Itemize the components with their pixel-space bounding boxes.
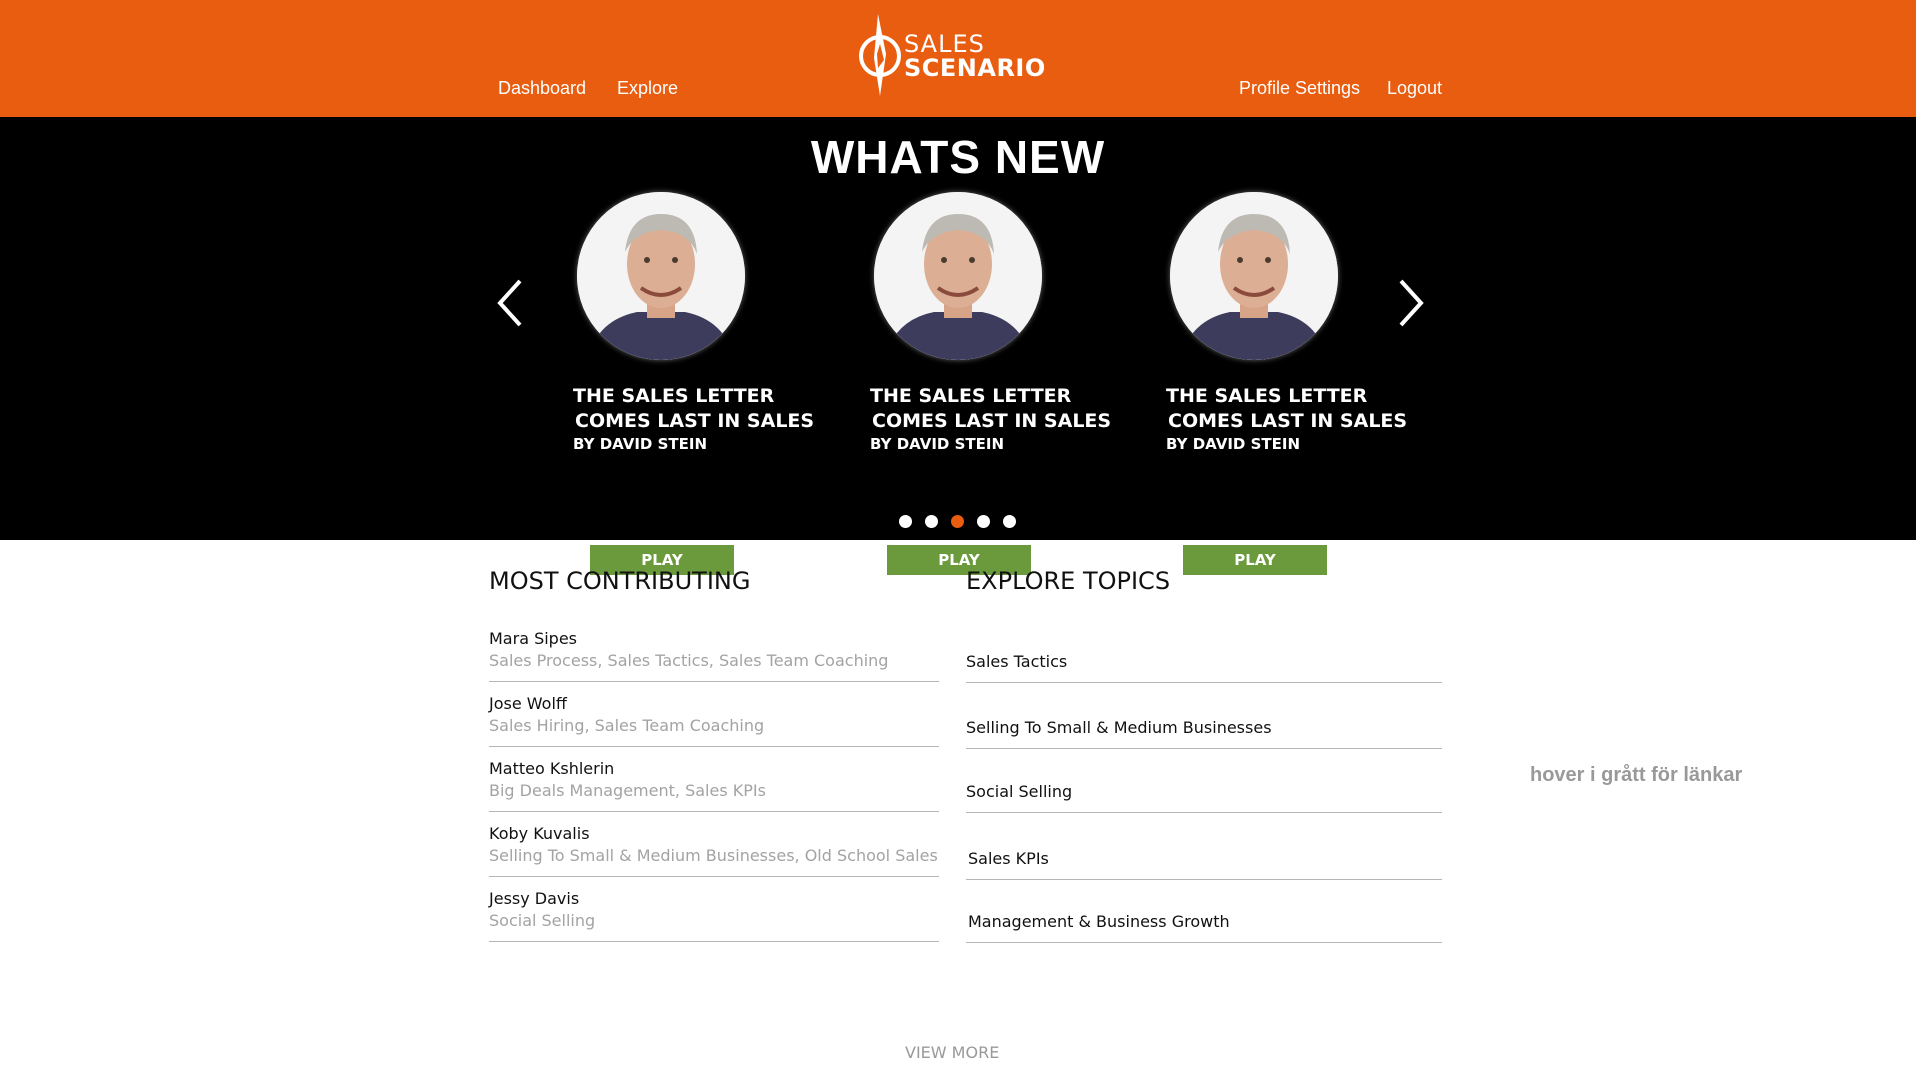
nav-dashboard-link[interactable]: Dashboard bbox=[498, 78, 586, 99]
contributor-name: Jessy Davis bbox=[489, 889, 580, 908]
carousel-dot-3[interactable] bbox=[951, 515, 964, 528]
chevron-left-icon bbox=[497, 279, 522, 327]
card-title: THE SALES LETTER COMES LAST IN SALES bbox=[573, 384, 814, 434]
card-title-line1: THE SALES LETTER bbox=[1166, 385, 1368, 407]
card-title-line1: THE SALES LETTER bbox=[870, 385, 1072, 407]
topic-label: Management & Business Growth bbox=[968, 912, 1230, 931]
carousel-dot-4[interactable] bbox=[977, 515, 990, 528]
card-author: BY DAVID STEIN bbox=[1166, 435, 1301, 453]
nav-explore-link[interactable]: Explore bbox=[617, 78, 678, 99]
chevron-right-icon bbox=[1399, 279, 1424, 327]
card-title-line2: COMES LAST IN SALES bbox=[872, 410, 1112, 432]
topic-label: Sales KPIs bbox=[968, 849, 1049, 868]
carousel-dot-5[interactable] bbox=[1003, 515, 1016, 528]
contributor-name: Koby Kuvalis bbox=[489, 824, 590, 843]
carousel-next-button[interactable] bbox=[1389, 273, 1429, 333]
card-title-line2: COMES LAST IN SALES bbox=[1168, 410, 1408, 432]
topic-label: Selling To Small & Medium Businesses bbox=[966, 718, 1272, 737]
contributor-topics: Sales Hiring, Sales Team Coaching bbox=[489, 716, 765, 735]
card-author: BY DAVID STEIN bbox=[573, 435, 708, 453]
contributor-topics: Selling To Small & Medium Businesses, Ol… bbox=[489, 846, 938, 865]
contributor-topics: Big Deals Management, Sales KPIs bbox=[489, 781, 766, 800]
topic-link[interactable]: Sales Tactics bbox=[966, 640, 1442, 683]
explore-topics-title: EXPLORE TOPICS bbox=[966, 567, 1171, 595]
topic-link[interactable]: Management & Business Growth bbox=[966, 900, 1442, 943]
card-title-line2: COMES LAST IN SALES bbox=[575, 410, 815, 432]
contributor-name: Matteo Kshlerin bbox=[489, 759, 615, 778]
card-title: THE SALES LETTER COMES LAST IN SALES bbox=[1166, 384, 1407, 434]
contributor-row[interactable]: Jessy Davis Social Selling bbox=[489, 877, 939, 942]
card-title: THE SALES LETTER COMES LAST IN SALES bbox=[870, 384, 1111, 434]
contributor-topics: Social Selling bbox=[489, 911, 596, 930]
contributor-row[interactable]: Mara Sipes Sales Process, Sales Tactics,… bbox=[489, 617, 939, 682]
top-header: Dashboard Explore SALES SCENARIO Profile… bbox=[0, 0, 1916, 117]
nav-profile-settings-link[interactable]: Profile Settings bbox=[1239, 78, 1360, 99]
view-more-link[interactable]: VIEW MORE bbox=[905, 1043, 999, 1062]
topic-link[interactable]: Sales KPIs bbox=[966, 836, 1442, 880]
carousel-prev-button[interactable] bbox=[492, 273, 532, 333]
speaker-portrait bbox=[1170, 192, 1338, 360]
speaker-portrait bbox=[874, 192, 1042, 360]
most-contributing-title: MOST CONTRIBUTING bbox=[489, 567, 751, 595]
whats-new-carousel: WHATS NEW THE SALES LETTER COMES LAST IN… bbox=[0, 117, 1916, 575]
topic-label: Social Selling bbox=[966, 782, 1073, 801]
nav-logout-link[interactable]: Logout bbox=[1387, 78, 1442, 99]
card-title-line1: THE SALES LETTER bbox=[573, 385, 775, 407]
contributor-row[interactable]: Koby Kuvalis Selling To Small & Medium B… bbox=[489, 812, 939, 877]
carousel-title: WHATS NEW bbox=[810, 131, 1106, 183]
contributor-topics: Sales Process, Sales Tactics, Sales Team… bbox=[489, 651, 889, 670]
contributor-name: Jose Wolff bbox=[489, 694, 567, 713]
card-author: BY DAVID STEIN bbox=[870, 435, 1005, 453]
play-button[interactable]: PLAY bbox=[1183, 545, 1327, 575]
logo-text-scenario: SCENARIO bbox=[904, 54, 1046, 82]
contributor-name: Mara Sipes bbox=[489, 629, 578, 648]
compass-icon bbox=[859, 14, 901, 96]
sales-scenario-logo[interactable]: SALES SCENARIO bbox=[856, 14, 1045, 96]
carousel-dot-1[interactable] bbox=[899, 515, 912, 528]
speaker-portrait bbox=[577, 192, 745, 360]
hover-annotation-note: hover i grått för länkar bbox=[1530, 764, 1743, 786]
carousel-dot-2[interactable] bbox=[925, 515, 938, 528]
contributor-row[interactable]: Matteo Kshlerin Big Deals Management, Sa… bbox=[489, 747, 939, 812]
topic-link[interactable]: Selling To Small & Medium Businesses bbox=[966, 705, 1442, 749]
topic-label: Sales Tactics bbox=[966, 652, 1068, 671]
contributor-row[interactable]: Jose Wolff Sales Hiring, Sales Team Coac… bbox=[489, 682, 939, 747]
topic-link[interactable]: Social Selling bbox=[966, 770, 1442, 813]
